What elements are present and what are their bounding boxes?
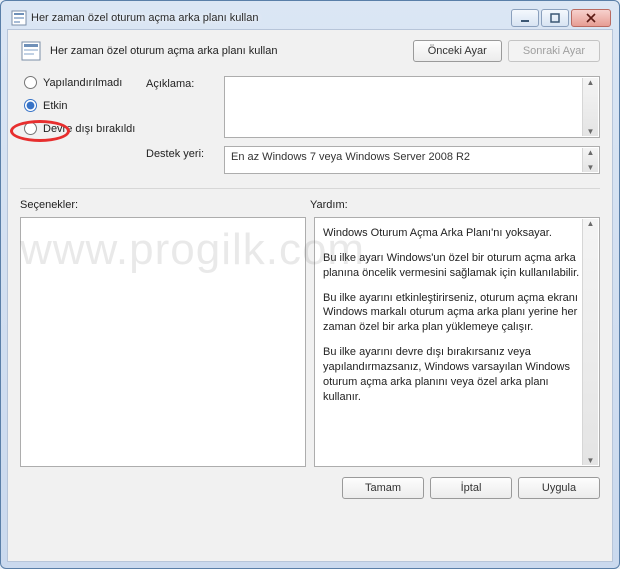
previous-setting-button[interactable]: Önceki Ayar bbox=[413, 40, 502, 62]
close-button[interactable] bbox=[571, 9, 611, 27]
scrollbar[interactable]: ▲▼ bbox=[582, 219, 598, 465]
policy-icon bbox=[11, 10, 27, 26]
apply-button[interactable]: Uygula bbox=[518, 477, 600, 499]
help-label: Yardım: bbox=[310, 199, 600, 211]
separator bbox=[20, 188, 600, 189]
help-pane: Windows Oturum Açma Arka Planı'nı yoksay… bbox=[314, 217, 600, 467]
help-paragraph: Windows Oturum Açma Arka Planı'nı yoksay… bbox=[323, 226, 581, 241]
policy-icon bbox=[20, 40, 42, 62]
options-pane bbox=[20, 217, 306, 467]
supported-text: En az Windows 7 veya Windows Server 2008… bbox=[231, 151, 470, 163]
policy-title: Her zaman özel oturum açma arka planı ku… bbox=[50, 45, 413, 57]
help-paragraph: Bu ilke ayarını etkinleştirirseniz, otur… bbox=[323, 291, 581, 336]
options-label: Seçenekler: bbox=[20, 199, 310, 211]
scrollbar[interactable]: ▲▼ bbox=[582, 78, 598, 136]
next-setting-button: Sonraki Ayar bbox=[508, 40, 600, 62]
window-title: Her zaman özel oturum açma arka planı ku… bbox=[31, 12, 511, 24]
help-paragraph: Bu ilke ayarı Windows'un özel bir oturum… bbox=[323, 251, 581, 281]
help-paragraph: Bu ilke ayarını devre dışı bırakırsanız … bbox=[323, 345, 581, 404]
description-textbox[interactable]: ▲▼ bbox=[224, 76, 600, 138]
minimize-button[interactable] bbox=[511, 9, 539, 27]
scrollbar[interactable]: ▲▼ bbox=[582, 148, 598, 172]
radio-enabled-label: Etkin bbox=[43, 100, 67, 112]
supported-label: Destek yeri: bbox=[146, 146, 218, 174]
ok-button[interactable]: Tamam bbox=[342, 477, 424, 499]
titlebar[interactable]: Her zaman özel oturum açma arka planı ku… bbox=[7, 7, 613, 29]
radio-enabled[interactable]: Etkin bbox=[24, 99, 140, 112]
description-label: Açıklama: bbox=[146, 76, 218, 138]
radio-not-configured-label: Yapılandırılmadı bbox=[43, 77, 122, 89]
cancel-button[interactable]: İptal bbox=[430, 477, 512, 499]
radio-not-configured-input[interactable] bbox=[24, 76, 37, 89]
radio-disabled-input[interactable] bbox=[24, 122, 37, 135]
radio-disabled[interactable]: Devre dışı bırakıldı bbox=[24, 122, 140, 135]
radio-not-configured[interactable]: Yapılandırılmadı bbox=[24, 76, 140, 89]
radio-enabled-input[interactable] bbox=[24, 99, 37, 112]
maximize-button[interactable] bbox=[541, 9, 569, 27]
supported-textbox: En az Windows 7 veya Windows Server 2008… bbox=[224, 146, 600, 174]
radio-disabled-label: Devre dışı bırakıldı bbox=[43, 123, 135, 135]
